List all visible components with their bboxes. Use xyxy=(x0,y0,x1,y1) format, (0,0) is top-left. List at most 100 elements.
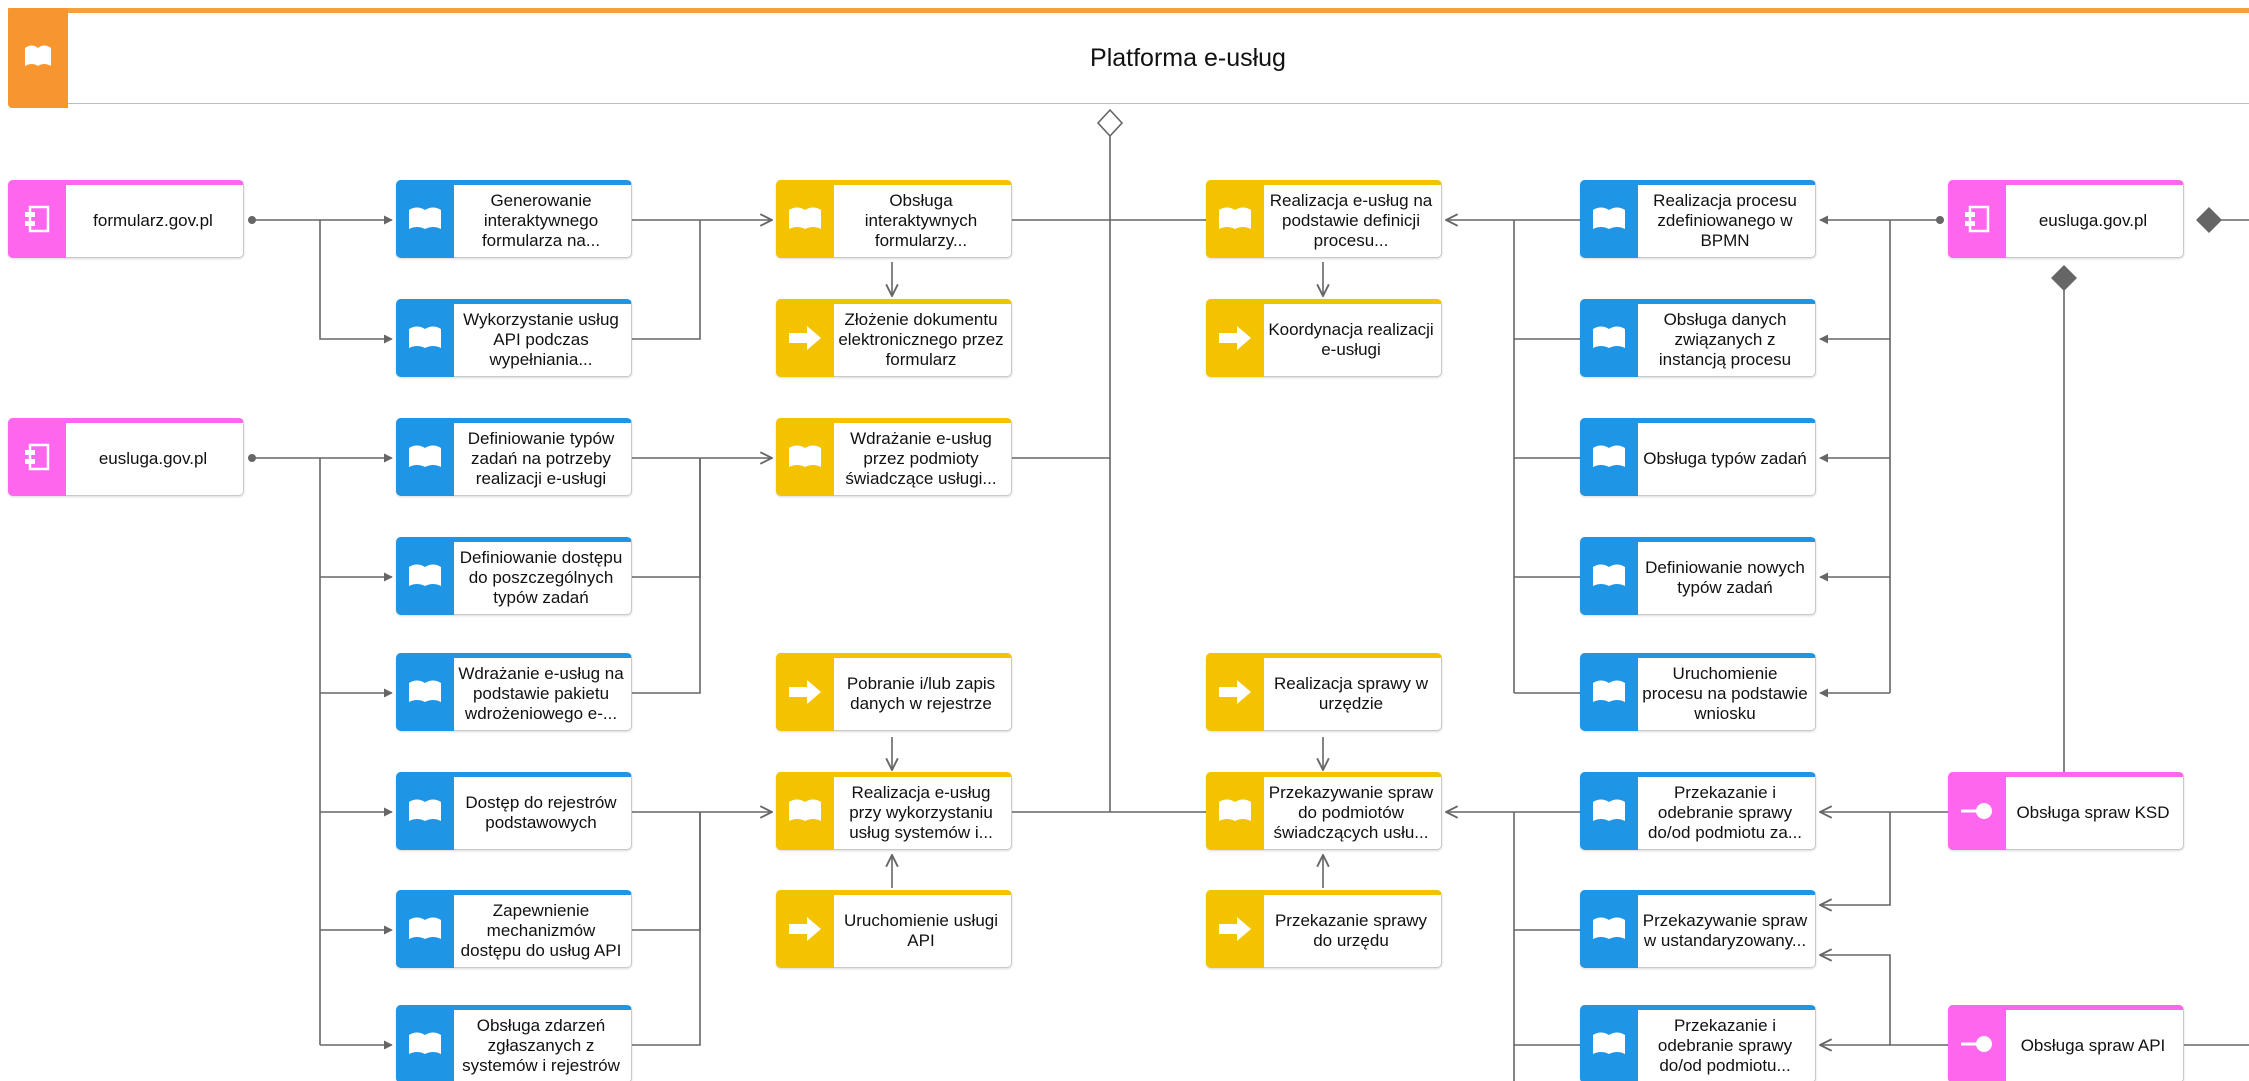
node-label: Definiowanie typów zadań na potrzeby rea… xyxy=(467,429,615,488)
header-tab xyxy=(8,8,68,108)
composition-diamond xyxy=(2196,207,2222,233)
service-icon xyxy=(1593,917,1625,939)
node-label: Uruchomienie procesu na podstawie wniosk… xyxy=(1642,664,1808,723)
node-tab xyxy=(1580,653,1638,731)
service-icon xyxy=(409,1032,441,1054)
node-label: Przekazywanie spraw do podmiotów świadcz… xyxy=(1268,783,1434,842)
service-icon xyxy=(409,445,441,467)
node-tab xyxy=(1580,537,1638,615)
process-node[interactable]: Przekazanie sprawy do urzędu xyxy=(1206,890,1442,968)
function-node[interactable]: Wdrażanie e-usług przez podmioty świadcz… xyxy=(776,418,1012,496)
node-label: Przekazanie i odebranie sprawy do/od pod… xyxy=(1657,1016,1793,1075)
application-node[interactable]: eusluga.gov.pl xyxy=(8,418,244,496)
node-label: Dostęp do rejestrów podstawowych xyxy=(465,793,617,832)
function-node[interactable]: Przekazywanie spraw do podmiotów świadcz… xyxy=(1206,772,1442,850)
connector-dot xyxy=(248,216,256,224)
connector-dot xyxy=(248,454,256,462)
application-node[interactable]: formularz.gov.pl xyxy=(8,180,244,258)
arrow-icon xyxy=(789,680,821,704)
service-node[interactable]: Przekazanie i odebranie sprawy do/od pod… xyxy=(1580,1005,1816,1081)
connector xyxy=(632,458,701,694)
node-label: Realizacja procesu zdefiniowanego w BPMN xyxy=(1653,191,1797,250)
node-label: Generowanie interaktywnego formularza na… xyxy=(481,191,601,250)
service-node[interactable]: Przekazanie i odebranie sprawy do/od pod… xyxy=(1580,772,1816,850)
service-node[interactable]: Definiowanie dostępu do poszczególnych t… xyxy=(396,537,632,615)
node-label: Obsługa danych związanych z instancją pr… xyxy=(1658,310,1792,369)
connector xyxy=(632,220,701,340)
node-label: Przekazanie sprawy do urzędu xyxy=(1274,911,1428,950)
service-node[interactable]: Generowanie interaktywnego formularza na… xyxy=(396,180,632,258)
node-label: Koordynacja realizacji e-usługi xyxy=(1268,320,1434,359)
node-tab xyxy=(396,180,454,258)
service-node[interactable]: Wykorzystanie usług API podczas wypełnia… xyxy=(396,299,632,377)
node-label: Realizacja e-usług na podstawie definicj… xyxy=(1269,191,1433,250)
node-label: Pobranie i/lub zapis danych w rejestrze xyxy=(846,674,996,713)
service-node[interactable]: Wdrażanie e-usług na podstawie pakietu w… xyxy=(396,653,632,731)
node-tab xyxy=(776,772,834,850)
function-node[interactable]: Realizacja e-usług przy wykorzystaniu us… xyxy=(776,772,1012,850)
service-icon xyxy=(1593,799,1625,821)
service-icon xyxy=(789,207,821,229)
node-tab xyxy=(776,890,834,968)
node-tab xyxy=(1948,1005,2006,1081)
view-header: Platforma e-usług xyxy=(8,8,2249,108)
node-label: Uruchomienie usługi API xyxy=(843,911,999,950)
process-node[interactable]: Koordynacja realizacji e-usługi xyxy=(1206,299,1442,377)
service-node[interactable]: Dostęp do rejestrów podstawowych xyxy=(396,772,632,850)
node-tab xyxy=(8,418,66,496)
function-node[interactable]: Realizacja e-usług na podstawie definicj… xyxy=(1206,180,1442,258)
node-tab xyxy=(1206,653,1264,731)
node-tab xyxy=(1580,1005,1638,1081)
service-node[interactable]: Zapewnienie mechanizmów dostępu do usług… xyxy=(396,890,632,968)
connector xyxy=(319,220,393,344)
node-label: eusluga.gov.pl xyxy=(2038,211,2148,230)
node-tab xyxy=(1948,180,2006,258)
service-icon xyxy=(409,564,441,586)
service-node[interactable]: Definiowanie nowych typów zadań xyxy=(1580,537,1816,615)
service-node[interactable]: Obsługa danych związanych z instancją pr… xyxy=(1580,299,1816,377)
service-icon xyxy=(409,917,441,939)
node-label: eusluga.gov.pl xyxy=(98,449,208,468)
node-label: Obsługa interaktywnych formularzy... xyxy=(864,191,978,250)
interface-node[interactable]: Obsługa spraw API xyxy=(1948,1005,2184,1081)
service-icon xyxy=(789,445,821,467)
node-tab xyxy=(776,180,834,258)
node-label: Wdrażanie e-usług przez podmioty świadcz… xyxy=(845,429,997,488)
node-label: Realizacja e-usług przy wykorzystaniu us… xyxy=(849,783,993,842)
service-node[interactable]: Obsługa zdarzeń zgłaszanych z systemów i… xyxy=(396,1005,632,1081)
service-icon xyxy=(1593,564,1625,586)
process-node[interactable]: Realizacja sprawy w urzędzie xyxy=(1206,653,1442,731)
node-label: Obsługa spraw API xyxy=(2020,1036,2166,1055)
process-node[interactable]: Złożenie dokumentu elektronicznego przez… xyxy=(776,299,1012,377)
service-node[interactable]: Realizacja procesu zdefiniowanego w BPMN xyxy=(1580,180,1816,258)
node-label: Wdrażanie e-usług na podstawie pakietu w… xyxy=(458,664,624,723)
node-tab xyxy=(1206,299,1264,377)
node-tab xyxy=(8,180,66,258)
node-tab xyxy=(396,299,454,377)
service-node[interactable]: Przekazywanie spraw w ustandaryzowany... xyxy=(1580,890,1816,968)
node-tab xyxy=(1580,890,1638,968)
node-label: Złożenie dokumentu elektronicznego przez… xyxy=(838,310,1004,369)
composition-diamond xyxy=(2051,265,2077,291)
connector xyxy=(632,458,701,578)
node-tab xyxy=(1948,772,2006,850)
arrow-icon xyxy=(789,326,821,350)
application-node[interactable]: eusluga.gov.pl xyxy=(1948,180,2184,258)
node-tab xyxy=(396,653,454,731)
service-node[interactable]: Uruchomienie procesu na podstawie wniosk… xyxy=(1580,653,1816,731)
node-tab xyxy=(1206,772,1264,850)
process-node[interactable]: Pobranie i/lub zapis danych w rejestrze xyxy=(776,653,1012,731)
connector xyxy=(1820,812,1891,905)
function-node[interactable]: Obsługa interaktywnych formularzy... xyxy=(776,180,1012,258)
component-icon xyxy=(25,443,50,471)
service-icon xyxy=(409,799,441,821)
arrow-icon xyxy=(1219,680,1251,704)
service-icon xyxy=(25,45,51,66)
process-node[interactable]: Uruchomienie usługi API xyxy=(776,890,1012,968)
interface-node[interactable]: Obsługa spraw KSD xyxy=(1948,772,2184,850)
service-node[interactable]: Obsługa typów zadań xyxy=(1580,418,1816,496)
service-icon xyxy=(1219,207,1251,229)
node-label: Obsługa typów zadań xyxy=(1643,449,1807,468)
node-label: Realizacja sprawy w urzędzie xyxy=(1274,674,1428,713)
service-node[interactable]: Definiowanie typów zadań na potrzeby rea… xyxy=(396,418,632,496)
